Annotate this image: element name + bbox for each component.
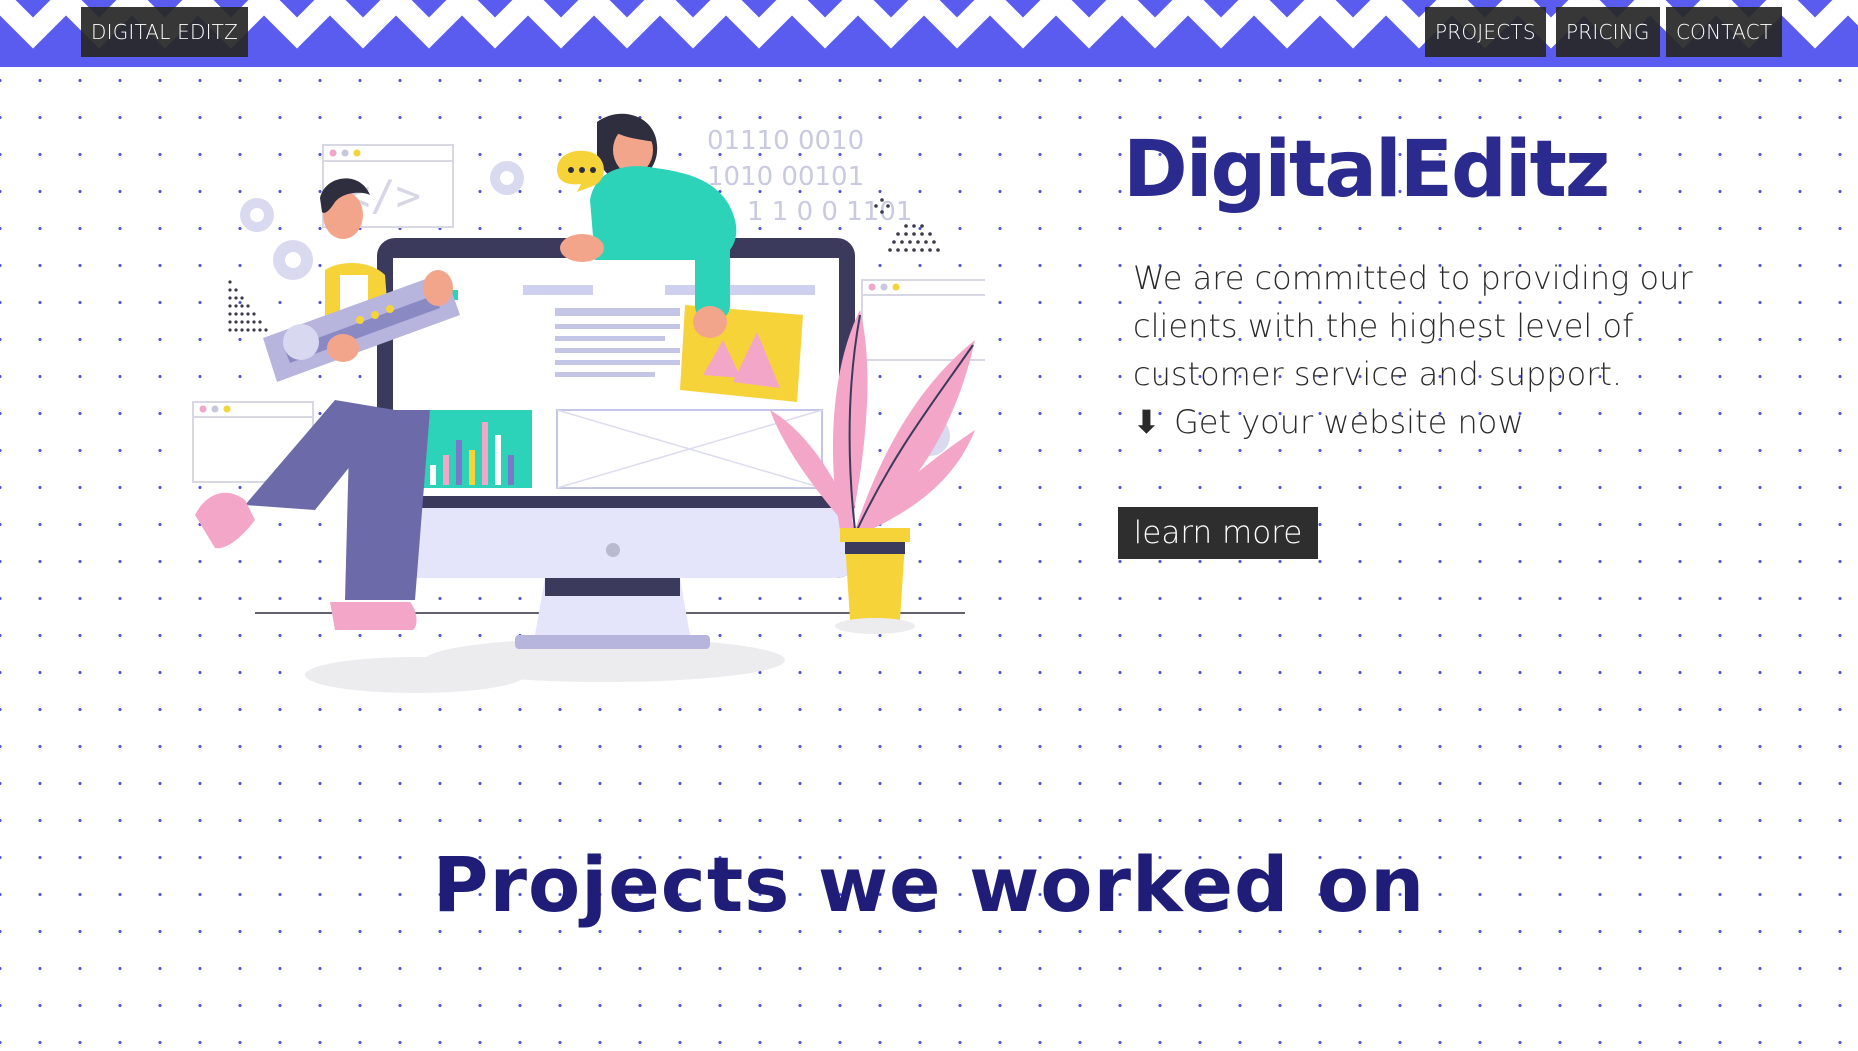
svg-text:01110 0010: 01110 0010	[707, 126, 864, 156]
floor-shadow-2	[305, 657, 525, 693]
top-navigation-bar: DIGITAL EDITZ PROJECTS PRICING CONTACT	[0, 0, 1858, 67]
hero-illustration: </> 01110 0010 1010 00101 1 1 0 0 1101	[192, 113, 985, 693]
nav-item-contact[interactable]: CONTACT	[1666, 7, 1783, 57]
projects-section-title: Projects we worked on	[432, 840, 1426, 929]
hero-description: We are committed to providing our client…	[1133, 259, 1693, 393]
cta-line: ⬇ Get your website now	[1133, 398, 1523, 446]
nav-item-pricing[interactable]: PRICING	[1556, 7, 1660, 57]
cta-text: Get your website now	[1173, 403, 1524, 441]
svg-text:1010 00101: 1010 00101	[707, 162, 864, 192]
dotted-triangle	[228, 280, 268, 332]
svg-text:1 1 0 0 1101: 1 1 0 0 1101	[747, 197, 912, 227]
learn-more-button[interactable]: learn more	[1118, 507, 1318, 559]
brand-nav-button[interactable]: DIGITAL EDITZ	[81, 7, 248, 57]
nav-item-projects[interactable]: PROJECTS	[1425, 7, 1546, 57]
arrow-down-icon: ⬇	[1133, 403, 1160, 441]
hero-title: DigitalEditz	[1123, 125, 1610, 215]
